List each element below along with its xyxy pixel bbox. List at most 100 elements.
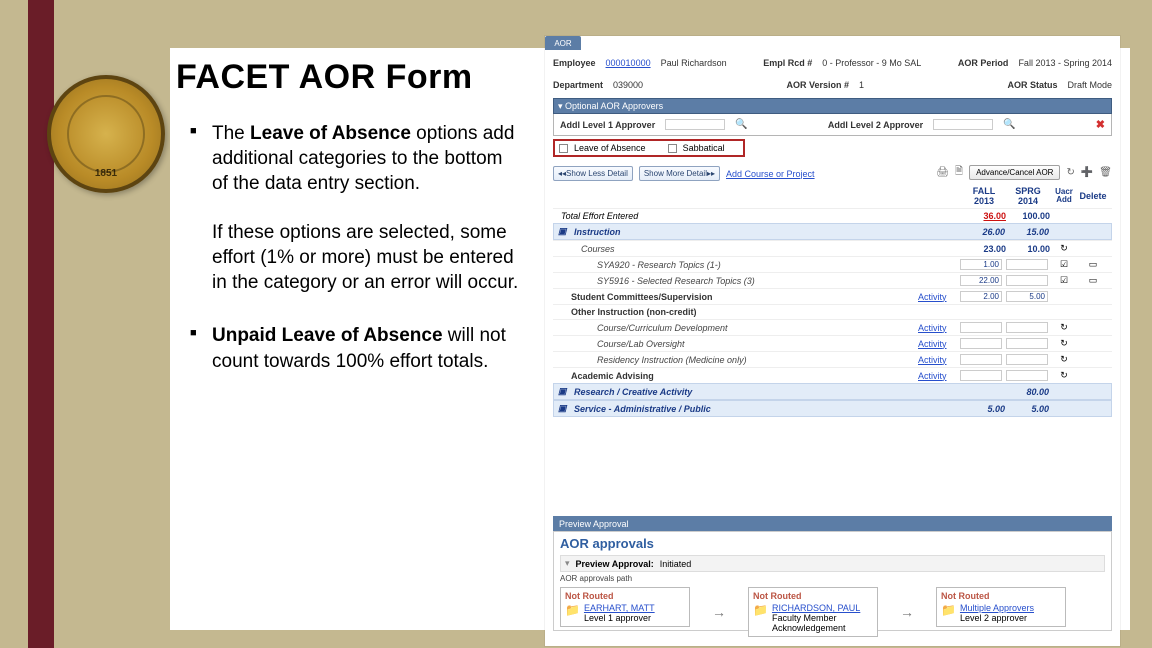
clo-fall-input[interactable] — [960, 338, 1002, 349]
slide-text-column: FACET AOR Form The Leave of Absence opti… — [170, 48, 535, 630]
adv-spring-input[interactable] — [1006, 370, 1048, 381]
optional-approvers-body: Addl Level 1 Approver 🔍 Addl Level 2 App… — [553, 114, 1112, 136]
routing-card-2: Not Routed 📁 RICHARDSON, PAUL Faculty Me… — [748, 587, 878, 637]
routing-card-1: Not Routed 📁 EARHART, MATT Level 1 appro… — [560, 587, 690, 627]
employee-id-link[interactable]: 000010000 — [606, 58, 651, 68]
row-course-lab-oversight: Course/Lab Oversight Activity ↻ — [553, 335, 1112, 351]
optional-approvers-header[interactable]: ▾ Optional AOR Approvers — [553, 98, 1112, 114]
ccd-spring-input[interactable] — [1006, 322, 1048, 333]
folder-icon: 📁 — [565, 603, 580, 617]
delete-icon[interactable]: 🗑 — [1099, 167, 1112, 178]
stud-spring-input[interactable]: 5.00 — [1006, 291, 1048, 302]
approvals-path-label: AOR approvals path — [560, 574, 1105, 583]
routing-card-3: Not Routed 📁 Multiple Approvers Level 2 … — [936, 587, 1066, 627]
adv-fall-input[interactable] — [960, 370, 1002, 381]
aor-period-value: Fall 2013 - Spring 2014 — [1018, 58, 1112, 68]
print-icon[interactable]: 🖨 — [936, 167, 949, 178]
course2-spring-input[interactable] — [1006, 275, 1048, 286]
effort-grid: FALL 2013 SPRG 2014 Uacr Add Delete Tota… — [553, 184, 1112, 417]
add-course-link[interactable]: Add Course or Project — [726, 169, 815, 179]
card1-name[interactable]: EARHART, MATT — [584, 603, 655, 613]
header-row-2: Department 039000 AOR Version # 1 AOR St… — [553, 80, 1112, 90]
page-title: FACET AOR Form — [176, 58, 521, 97]
course2-delete[interactable]: ▭ — [1078, 275, 1108, 286]
stud-fall-input[interactable]: 2.00 — [960, 291, 1002, 302]
bullet-1: The Leave of Absence options add additio… — [212, 121, 521, 295]
course1-spring-input[interactable] — [1006, 259, 1048, 270]
refresh-icon[interactable]: ↻ — [1066, 167, 1074, 178]
addl-l2-input[interactable] — [933, 119, 993, 130]
show-more-button[interactable]: Show More Detail▸▸ — [639, 166, 720, 181]
card2-name[interactable]: RICHARDSON, PAUL — [772, 603, 860, 613]
grid-header-row: FALL 2013 SPRG 2014 Uacr Add Delete — [553, 184, 1112, 208]
addl-l2-label: Addl Level 2 Approver — [828, 120, 923, 130]
employee-name: Paul Richardson — [661, 58, 727, 68]
addl-l1-label: Addl Level 1 Approver — [560, 120, 655, 130]
aor-approvals-title: AOR approvals — [560, 536, 1105, 551]
row-research[interactable]: ▣ Research / Creative Activity 80.00 — [553, 383, 1112, 400]
arrow-icon: → — [900, 604, 914, 620]
stud-activity-link[interactable]: Activity — [918, 292, 958, 302]
preview-approval-body: AOR approvals ▾ Preview Approval: Initia… — [553, 531, 1112, 631]
bullet-1-paragraph-2: If these options are selected, some effo… — [212, 222, 518, 293]
remove-approver-icon[interactable]: ✖ — [1096, 118, 1105, 131]
emplrcd-label: Empl Rcd # — [763, 58, 812, 68]
app-screenshot-pane: AOR Employee 000010000 Paul Richardson E… — [545, 36, 1120, 646]
clo-spring-input[interactable] — [1006, 338, 1048, 349]
col-fall: FALL 2013 — [962, 186, 1006, 206]
grid-toolbar: ◂◂Show Less Detail Show More Detail▸▸ Ad… — [553, 166, 1112, 181]
row-courses: Courses 23.00 10.00 ↻ — [553, 240, 1112, 256]
row-service[interactable]: ▣ Service - Administrative / Public 5.00… — [553, 400, 1112, 417]
emplrcd-value: 0 - Professor - 9 Mo SAL — [822, 58, 921, 68]
employee-label: Employee — [553, 58, 596, 68]
seal-year: 1851 — [95, 168, 117, 179]
status-label: AOR Status — [1007, 80, 1057, 90]
adv-activity-link[interactable]: Activity — [918, 371, 958, 381]
row-other-instruction-header: Other Instruction (non-credit) — [553, 304, 1112, 319]
addl-l1-input[interactable] — [665, 119, 725, 130]
clo-activity-link[interactable]: Activity — [918, 339, 958, 349]
lookup-l1-icon[interactable]: 🔍 — [735, 119, 747, 130]
row-academic-advising: Academic Advising Activity ↻ — [553, 367, 1112, 383]
leave-options-highlight: Leave of Absence Sabbatical — [553, 139, 745, 157]
department-value: 039000 — [613, 80, 643, 90]
folder-icon: 📁 — [753, 603, 768, 617]
bullet-2: Unpaid Leave of Absence will not count t… — [212, 323, 521, 373]
ccd-activity-link[interactable]: Activity — [918, 323, 958, 333]
preview-approval-header[interactable]: Preview Approval — [553, 516, 1112, 531]
ccd-fall-input[interactable] — [960, 322, 1002, 333]
university-seal: 1851 — [47, 75, 165, 193]
sabbatical-label: Sabbatical — [683, 143, 725, 153]
total-spring: 100.00 — [1006, 211, 1050, 221]
rim-fall-input[interactable] — [960, 354, 1002, 365]
col-spring: SPRG 2014 — [1006, 186, 1050, 206]
row-course-1: SYA920 - Research Topics (1-) 1.00 ☑ ▭ — [553, 256, 1112, 272]
advance-cancel-button[interactable]: Advance/Cancel AOR — [969, 165, 1060, 180]
rim-spring-input[interactable] — [1006, 354, 1048, 365]
lookup-l2-icon[interactable]: 🔍 — [1003, 119, 1015, 130]
rim-activity-link[interactable]: Activity — [918, 355, 958, 365]
loa-checkbox[interactable] — [559, 144, 568, 153]
row-course-2: SY5916 - Selected Research Topics (3) 22… — [553, 272, 1112, 288]
row-instruction[interactable]: ▣ Instruction 26.00 15.00 — [553, 223, 1112, 240]
header-row-1: Employee 000010000 Paul Richardson Empl … — [553, 58, 1112, 68]
add-icon[interactable]: ➕ — [1081, 167, 1093, 178]
version-value: 1 — [859, 80, 864, 90]
course2-fall-input[interactable]: 22.00 — [960, 275, 1002, 286]
routing-cards-row: Not Routed 📁 EARHART, MATT Level 1 appro… — [560, 587, 1105, 637]
total-fall: 36.00 — [962, 211, 1006, 221]
aor-period-label: AOR Period — [958, 58, 1009, 68]
card3-name[interactable]: Multiple Approvers — [960, 603, 1034, 613]
row-residency-instruction: Residency Instruction (Medicine only) Ac… — [553, 351, 1112, 367]
course1-delete[interactable]: ▭ — [1078, 259, 1108, 270]
course1-fall-input[interactable]: 1.00 — [960, 259, 1002, 270]
col-uacr: Uacr Add — [1050, 188, 1078, 204]
show-less-button[interactable]: ◂◂Show Less Detail — [553, 166, 633, 181]
department-label: Department — [553, 80, 603, 90]
preview-state-row: ▾ Preview Approval: Initiated — [560, 555, 1105, 572]
export-icon[interactable]: 🗎 — [955, 164, 963, 181]
row-student-committees: Student Committees/Supervision Activity … — [553, 288, 1112, 304]
tab-aor[interactable]: AOR — [545, 36, 581, 50]
sabbatical-checkbox[interactable] — [668, 144, 677, 153]
loa-label: Leave of Absence — [574, 143, 646, 153]
